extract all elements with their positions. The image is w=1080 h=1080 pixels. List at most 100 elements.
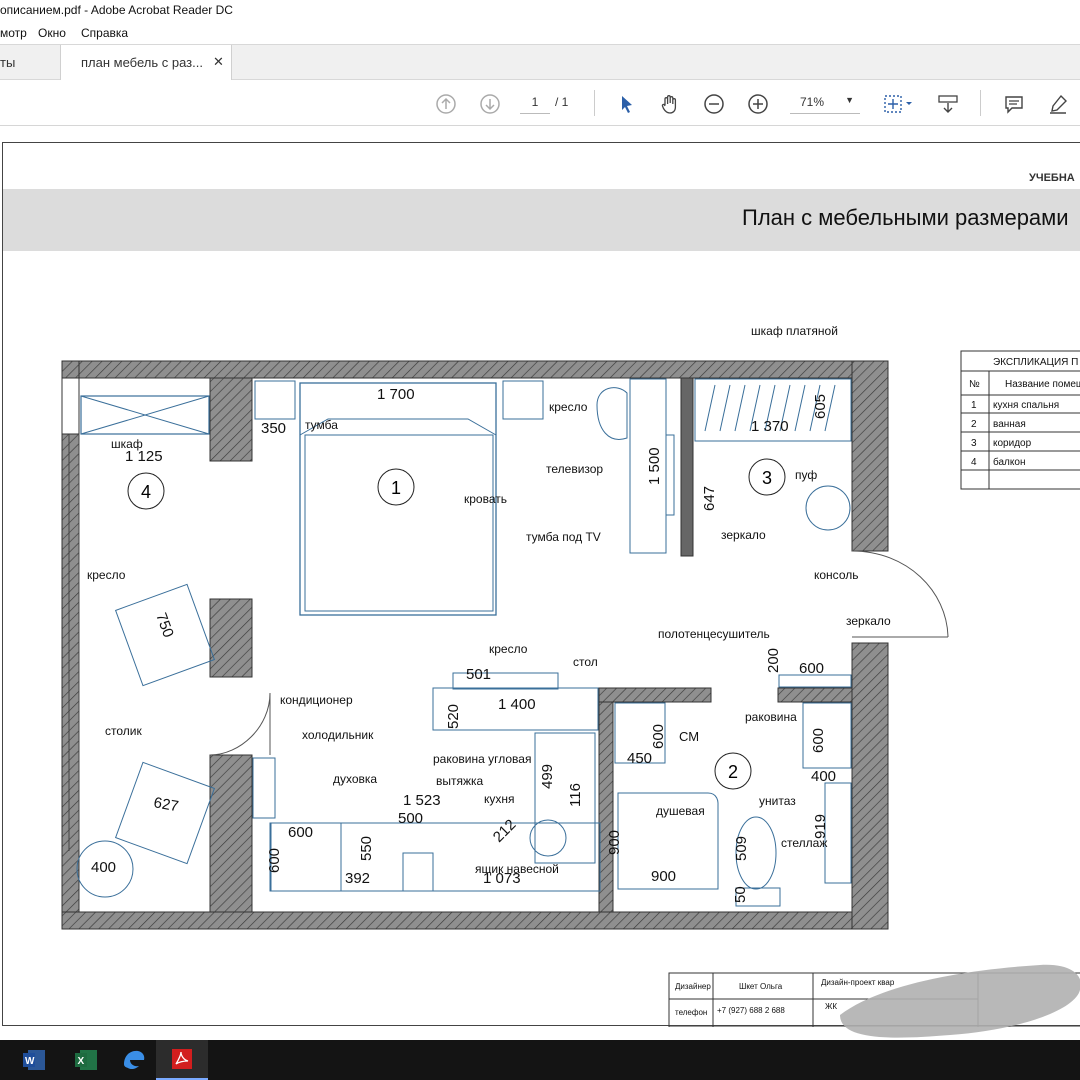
svg-text:550: 550 bbox=[358, 836, 375, 861]
svg-text:СМ: СМ bbox=[679, 729, 699, 744]
svg-text:600: 600 bbox=[799, 660, 824, 677]
fit-page-icon[interactable] bbox=[882, 92, 916, 116]
svg-text:X: X bbox=[78, 1056, 85, 1067]
svg-text:коридор: коридор bbox=[993, 438, 1032, 449]
svg-text:600: 600 bbox=[266, 848, 283, 873]
floor-plan-drawing: УЧЕБНА План с мебельными размерами 1 2 3… bbox=[3, 172, 1080, 1027]
svg-text:400: 400 bbox=[91, 859, 116, 876]
svg-text:1: 1 bbox=[391, 478, 401, 498]
zoom-out-icon[interactable] bbox=[702, 92, 726, 116]
svg-text:+7 (927) 688 2 688: +7 (927) 688 2 688 bbox=[717, 1006, 785, 1015]
redaction-smudge bbox=[840, 964, 1080, 1038]
taskbar: W X bbox=[0, 1040, 1080, 1080]
walls bbox=[61, 360, 889, 930]
svg-text:400: 400 bbox=[811, 768, 836, 785]
window-titlebar: описанием.pdf - Adobe Acrobat Reader DC bbox=[0, 0, 1080, 22]
excel-icon[interactable]: X bbox=[60, 1040, 112, 1080]
select-cursor-icon[interactable] bbox=[614, 92, 638, 116]
svg-text:унитаз: унитаз bbox=[759, 794, 796, 808]
svg-text:600: 600 bbox=[288, 824, 313, 841]
svg-text:телевизор: телевизор bbox=[546, 462, 603, 476]
svg-text:919: 919 bbox=[812, 814, 829, 839]
acrobat-icon[interactable] bbox=[156, 1040, 208, 1080]
svg-text:3: 3 bbox=[762, 468, 772, 488]
prev-page-icon[interactable] bbox=[434, 92, 458, 116]
svg-text:кухня спальня: кухня спальня bbox=[993, 400, 1059, 411]
svg-text:392: 392 bbox=[345, 870, 370, 887]
svg-text:900: 900 bbox=[606, 830, 623, 855]
svg-text:200: 200 bbox=[765, 648, 782, 673]
svg-text:627: 627 bbox=[152, 794, 180, 815]
svg-text:Шкет Ольга: Шкет Ольга bbox=[739, 982, 783, 991]
svg-text:350: 350 bbox=[261, 420, 286, 437]
svg-text:тумба: тумба bbox=[305, 418, 338, 432]
svg-text:600: 600 bbox=[650, 724, 667, 749]
svg-text:520: 520 bbox=[445, 704, 462, 729]
svg-text:212: 212 bbox=[490, 816, 520, 846]
svg-text:столик: столик bbox=[105, 724, 142, 738]
highlight-icon[interactable] bbox=[1046, 92, 1070, 116]
svg-text:ванная: ванная bbox=[993, 419, 1026, 430]
menu-view[interactable]: мотр bbox=[0, 26, 27, 40]
svg-text:501: 501 bbox=[466, 666, 491, 683]
menu-help[interactable]: Справка bbox=[81, 26, 128, 40]
svg-text:кухня: кухня bbox=[484, 792, 515, 806]
svg-text:750: 750 bbox=[152, 611, 177, 640]
svg-text:консоль: консоль bbox=[814, 568, 858, 582]
header-right-text: УЧЕБНА bbox=[1029, 172, 1075, 184]
svg-text:Название помещ: Название помещ bbox=[1005, 379, 1080, 390]
svg-text:шкаф платяной: шкаф платяной bbox=[751, 324, 838, 338]
tab-bar: ты план мебель с раз... ✕ bbox=[0, 44, 1080, 80]
svg-text:стол: стол bbox=[573, 655, 598, 669]
svg-text:№: № bbox=[969, 379, 980, 390]
svg-text:балкон: балкон bbox=[993, 456, 1025, 468]
svg-text:раковина: раковина bbox=[745, 710, 797, 724]
zoom-in-icon[interactable] bbox=[746, 92, 770, 116]
svg-text:3: 3 bbox=[971, 438, 977, 449]
svg-text:1 400: 1 400 bbox=[498, 696, 536, 713]
svg-text:пуф: пуф bbox=[795, 468, 817, 482]
svg-text:1 370: 1 370 bbox=[751, 418, 789, 435]
svg-text:зеркало: зеркало bbox=[846, 614, 891, 628]
plan-dimensions: 1 700 350 1 125 1 370 605 1 500 647 750 … bbox=[91, 386, 836, 903]
svg-text:2: 2 bbox=[971, 419, 977, 430]
svg-text:кресло: кресло bbox=[489, 642, 528, 656]
svg-text:зеркало: зеркало bbox=[721, 528, 766, 542]
svg-text:1 500: 1 500 bbox=[646, 447, 663, 485]
zoom-select[interactable]: 71% ▼ bbox=[790, 92, 860, 114]
menu-window[interactable]: Окно bbox=[38, 26, 66, 40]
svg-text:600: 600 bbox=[810, 728, 827, 753]
svg-text:4: 4 bbox=[141, 482, 151, 502]
svg-text:1: 1 bbox=[971, 400, 977, 411]
edge-icon[interactable] bbox=[108, 1040, 160, 1080]
svg-text:кресло: кресло bbox=[549, 400, 588, 414]
svg-text:1 073: 1 073 bbox=[483, 870, 521, 887]
word-icon[interactable]: W bbox=[8, 1040, 60, 1080]
svg-text:душевая: душевая bbox=[656, 804, 705, 818]
svg-text:499: 499 bbox=[539, 764, 556, 789]
svg-text:450: 450 bbox=[627, 750, 652, 767]
closet bbox=[80, 395, 210, 435]
svg-text:W: W bbox=[25, 1056, 35, 1067]
hand-tool-icon[interactable] bbox=[658, 92, 682, 116]
next-page-icon[interactable] bbox=[478, 92, 502, 116]
svg-text:ЭКСПЛИКАЦИЯ П: ЭКСПЛИКАЦИЯ П bbox=[993, 357, 1078, 368]
svg-text:холодильник: холодильник bbox=[302, 728, 374, 742]
svg-text:Дизайнер: Дизайнер bbox=[675, 982, 711, 991]
svg-text:полотенцесушитель: полотенцесушитель bbox=[658, 627, 770, 641]
svg-text:1 523: 1 523 bbox=[403, 792, 441, 809]
tab-tools[interactable]: ты bbox=[0, 45, 60, 80]
comment-icon[interactable] bbox=[1002, 92, 1026, 116]
page-total: / 1 bbox=[555, 95, 569, 109]
scroll-mode-icon[interactable] bbox=[936, 92, 960, 116]
toolbar-divider bbox=[594, 90, 595, 116]
svg-text:50: 50 bbox=[732, 886, 749, 903]
toolbar: 1 / 1 71% ▼ bbox=[0, 80, 1080, 126]
explication-table: ЭКСПЛИКАЦИЯ П № Название помещ 1 кухня с… bbox=[960, 350, 1080, 490]
svg-text:500: 500 bbox=[398, 810, 423, 827]
tab-close-icon[interactable]: ✕ bbox=[213, 54, 224, 70]
page-number-input[interactable]: 1 bbox=[520, 92, 550, 114]
document-viewport[interactable]: УЧЕБНА План с мебельными размерами 1 2 3… bbox=[0, 126, 1080, 1040]
tab-document[interactable]: план мебель с раз... bbox=[60, 45, 232, 80]
svg-text:кровать: кровать bbox=[464, 492, 507, 506]
